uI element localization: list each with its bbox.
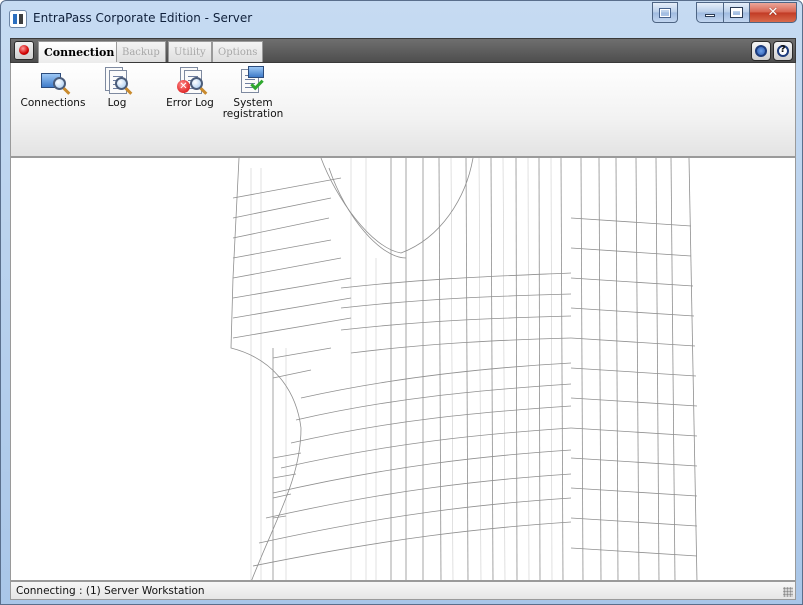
error-log-button[interactable]: ✕ Error Log: [159, 65, 221, 109]
system-registration-button[interactable]: System registration: [223, 65, 283, 120]
error-log-icon: ✕: [176, 65, 208, 95]
maximize-button[interactable]: [723, 2, 750, 23]
tab-backup[interactable]: Backup: [116, 41, 166, 62]
help-button[interactable]: ?: [773, 41, 793, 61]
resize-grip[interactable]: [783, 587, 793, 597]
snap-window-button[interactable]: [652, 2, 678, 23]
about-button[interactable]: [751, 41, 771, 61]
system-registration-icon: [239, 65, 267, 95]
application-window: EntraPass Corporate Edition - Server ✕ C…: [0, 0, 803, 605]
error-log-label: Error Log: [166, 97, 214, 109]
minimize-button[interactable]: [696, 2, 724, 23]
tab-options[interactable]: Options: [212, 41, 264, 62]
minimize-icon: [705, 14, 715, 17]
building-wireframe-background: [230, 158, 698, 580]
main-content-area: [10, 157, 796, 581]
tab-connection[interactable]: Connection: [38, 41, 121, 63]
globe-icon: [755, 45, 767, 57]
entrapass-app-icon[interactable]: [9, 10, 27, 28]
close-icon: ✕: [767, 5, 779, 20]
status-bar: Connecting : (1) Server Workstation: [10, 581, 796, 600]
power-orb-button[interactable]: [14, 41, 34, 60]
ribbon-tab-strip: Connection Backup Utility Options ?: [10, 38, 796, 63]
log-label: Log: [107, 97, 127, 109]
connections-label: Connections: [20, 97, 86, 109]
window-title: EntraPass Corporate Edition - Server: [33, 11, 253, 25]
connections-icon: [39, 65, 71, 95]
tab-utility[interactable]: Utility: [168, 41, 212, 62]
snap-icon: [660, 8, 670, 17]
connections-button[interactable]: Connections: [19, 65, 87, 109]
close-button[interactable]: ✕: [749, 2, 797, 23]
title-bar[interactable]: EntraPass Corporate Edition - Server ✕: [1, 1, 802, 37]
system-registration-label: System registration: [222, 97, 284, 120]
status-text: Connecting : (1) Server Workstation: [16, 585, 205, 597]
ribbon-panel: Connections Log ✕ Error Log System regis…: [10, 63, 796, 157]
log-icon: [103, 65, 133, 95]
log-button[interactable]: Log: [99, 65, 135, 109]
maximize-icon: [730, 7, 743, 18]
